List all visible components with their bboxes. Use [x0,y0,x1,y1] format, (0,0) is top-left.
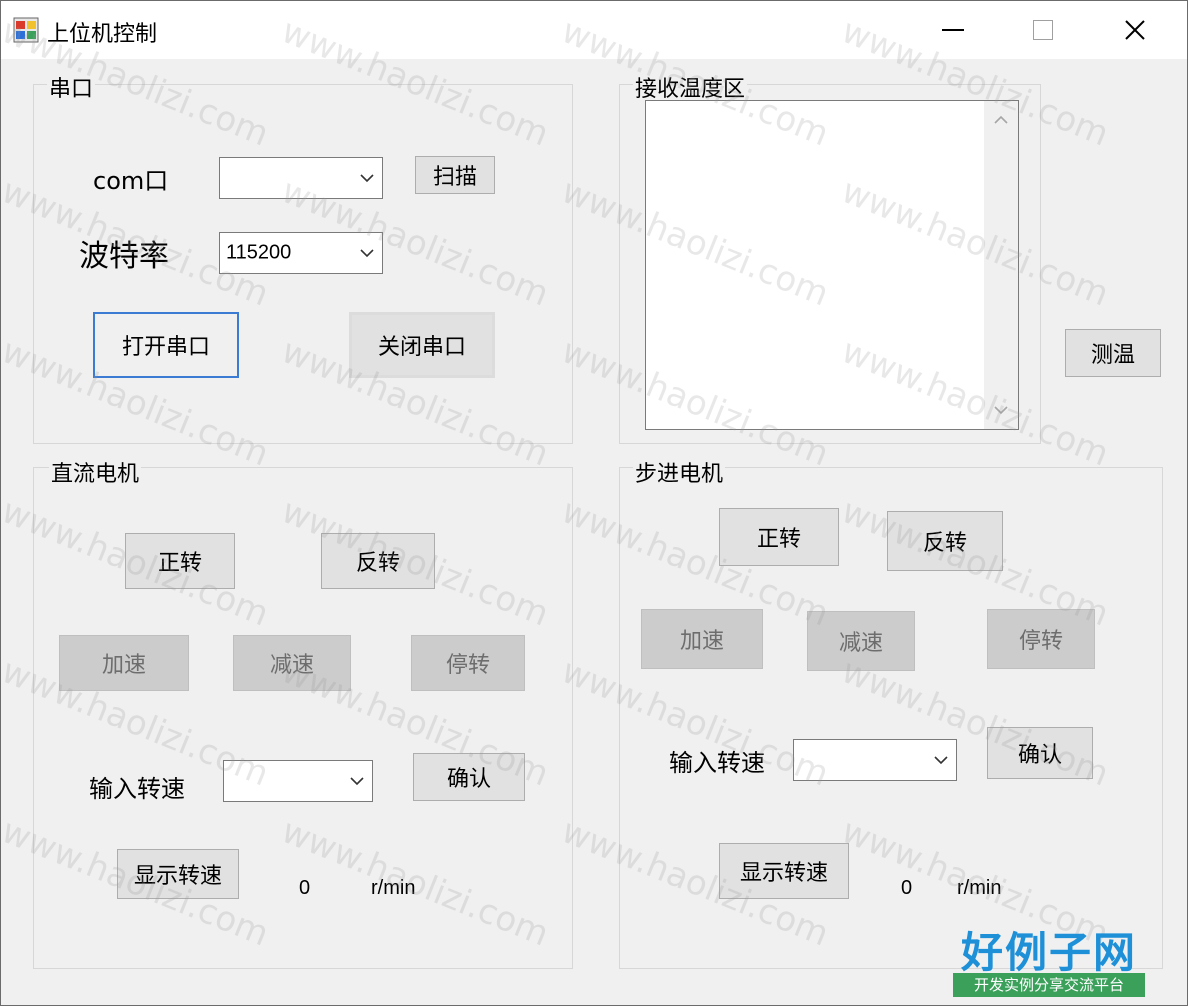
maximize-button[interactable] [997,1,1089,59]
chevron-down-icon [360,249,374,258]
dc-motor-group-label: 直流电机 [49,456,142,488]
minimize-icon [942,29,964,31]
minimize-button[interactable] [907,1,999,59]
dc-stop-button[interactable]: 停转 [411,635,525,691]
main-window: 上位机控制 串口 com口 扫描 波特率 115200 打开串口 关闭串口 接收… [0,0,1188,1006]
app-icon [13,17,39,43]
scan-button[interactable]: 扫描 [415,156,495,194]
chevron-down-icon [350,777,364,786]
site-logo-watermark: 好例子网 开发实例分享交流平台 [949,919,1149,1001]
dc-speed-unit: r/min [371,877,416,899]
vertical-scrollbar[interactable] [984,101,1018,429]
temperature-group-label: 接收温度区 [633,71,748,103]
baud-rate-value: 115200 [226,241,292,264]
close-button[interactable] [1089,1,1181,59]
baud-rate-select[interactable]: 115200 [219,232,383,274]
dc-reverse-button[interactable]: 反转 [321,533,435,589]
dc-forward-button[interactable]: 正转 [125,533,235,589]
dc-confirm-button[interactable]: 确认 [413,753,525,801]
stepper-stop-button[interactable]: 停转 [987,609,1095,669]
stepper-speed-input-label: 输入转速 [669,749,765,777]
stepper-speed-value: 0 [901,877,913,899]
serial-group-label: 串口 [47,71,96,103]
stepper-accelerate-button[interactable]: 加速 [641,609,763,669]
stepper-confirm-button[interactable]: 确认 [987,727,1093,779]
close-icon [1125,20,1145,40]
scroll-down-icon[interactable] [994,405,1008,415]
dc-show-speed-button[interactable]: 显示转速 [117,849,239,899]
window-title: 上位机控制 [47,22,158,47]
baud-label: 波特率 [79,239,169,274]
maximize-icon [1033,20,1053,40]
logo-subtitle: 开发实例分享交流平台 [953,973,1145,997]
stepper-speed-unit: r/min [957,877,1002,899]
dc-speed-input-label: 输入转速 [89,775,185,803]
stepper-motor-group-label: 步进电机 [633,456,726,488]
title-bar[interactable]: 上位机控制 [1,1,1187,59]
temperature-textarea[interactable] [645,100,1019,430]
stepper-show-speed-button[interactable]: 显示转速 [719,843,849,899]
chevron-down-icon [934,756,948,765]
stepper-forward-button[interactable]: 正转 [719,508,839,566]
chevron-down-icon [360,174,374,183]
dc-decelerate-button[interactable]: 减速 [233,635,351,691]
close-serial-button[interactable]: 关闭串口 [349,312,495,378]
stepper-speed-select[interactable] [793,739,957,781]
scroll-up-icon[interactable] [994,115,1008,125]
com-label: com口 [93,167,169,195]
dc-accelerate-button[interactable]: 加速 [59,635,189,691]
stepper-decelerate-button[interactable]: 减速 [807,611,915,671]
measure-temperature-button[interactable]: 测温 [1065,329,1161,377]
logo-title: 好例子网 [960,928,1137,977]
com-port-select[interactable] [219,157,383,199]
dc-speed-select[interactable] [223,760,373,802]
open-serial-button[interactable]: 打开串口 [93,312,239,378]
dc-speed-value: 0 [299,877,311,899]
stepper-reverse-button[interactable]: 反转 [887,511,1003,571]
